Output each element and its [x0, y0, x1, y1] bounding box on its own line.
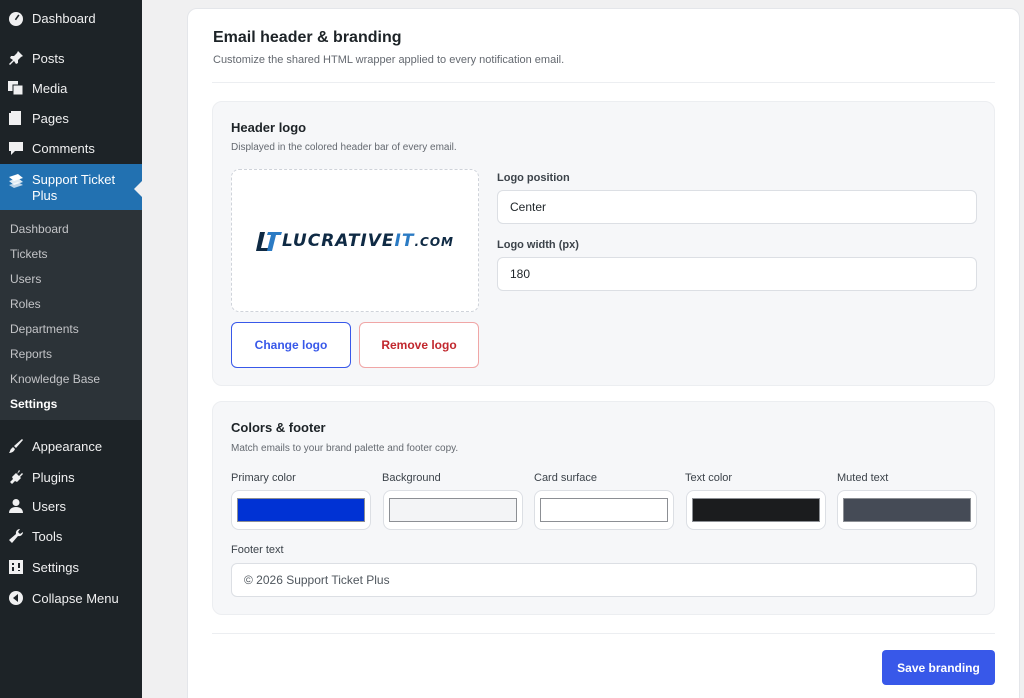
menu-item-appearance[interactable]: Appearance: [0, 431, 142, 461]
wrench-icon: [8, 528, 24, 544]
header-logo-title: Header logo: [231, 120, 307, 135]
muted-text-color-swatch: [843, 498, 971, 522]
page-subtitle: Customize the shared HTML wrapper applie…: [213, 54, 565, 66]
logo-mark-icon: [256, 231, 283, 251]
logo-position-value: Center: [510, 200, 547, 214]
primary-color-picker[interactable]: [231, 490, 371, 530]
plugin-icon: [8, 469, 24, 485]
menu-item-settings[interactable]: Settings: [0, 552, 142, 582]
menu-label: Pages: [32, 110, 69, 126]
text-color-picker[interactable]: [686, 490, 826, 530]
colors-footer-title: Colors & footer: [231, 420, 326, 435]
pin-icon: [8, 50, 24, 66]
logo-position-label: Logo position: [497, 172, 570, 184]
menu-item-pages[interactable]: Pages: [0, 103, 142, 133]
menu-item-posts[interactable]: Posts: [0, 43, 142, 73]
menu-label: Users: [32, 498, 66, 514]
swatch-label-card-surface: Card surface: [534, 472, 597, 484]
muted-text-color-picker[interactable]: [837, 490, 977, 530]
comment-icon: [8, 140, 24, 156]
header-logo-subtitle: Displayed in the colored header bar of e…: [231, 142, 457, 153]
logo-preview: LUCRATIVEIT.COM: [231, 169, 479, 312]
background-color-swatch: [389, 498, 517, 522]
submenu-item-departments[interactable]: Departments: [10, 319, 79, 339]
menu-label: Settings: [32, 559, 79, 575]
menu-item-media[interactable]: Media: [0, 73, 142, 103]
colors-footer-subtitle: Match emails to your brand palette and f…: [231, 443, 459, 454]
brush-icon: [8, 438, 24, 454]
swatch-label-background: Background: [382, 472, 441, 484]
logo-position-select[interactable]: Center: [497, 190, 977, 224]
submenu-item-roles[interactable]: Roles: [10, 294, 41, 314]
card-surface-color-swatch: [540, 498, 668, 522]
menu-item-users[interactable]: Users: [0, 491, 142, 521]
menu-item-support-ticket-plus[interactable]: Support Ticket Plus: [0, 164, 142, 210]
primary-color-swatch: [237, 498, 365, 522]
save-branding-button[interactable]: Save branding: [882, 650, 995, 685]
collapse-icon: [8, 590, 24, 606]
logo-wordmark: LUCRATIVEIT.COM: [282, 230, 454, 251]
menu-item-comments[interactable]: Comments: [0, 133, 142, 163]
logo-width-label: Logo width (px): [497, 239, 579, 251]
submenu-item-tickets[interactable]: Tickets: [10, 244, 48, 264]
menu-label: Collapse Menu: [32, 590, 119, 606]
text-color-swatch: [692, 498, 820, 522]
swatch-label-primary: Primary color: [231, 472, 296, 484]
dashboard-icon: [8, 10, 24, 26]
card-surface-color-picker[interactable]: [534, 490, 674, 530]
menu-label: Comments: [32, 140, 95, 156]
remove-logo-button[interactable]: Remove logo: [359, 322, 479, 368]
menu-item-plugins[interactable]: Plugins: [0, 462, 142, 492]
pages-icon: [8, 110, 24, 126]
submenu-item-settings[interactable]: Settings: [10, 394, 57, 414]
page-title: Email header & branding: [213, 29, 402, 46]
media-icon: [8, 80, 24, 96]
footer-text-label: Footer text: [231, 544, 284, 556]
swatch-label-text: Text color: [685, 472, 733, 484]
settings-icon: [8, 559, 24, 575]
divider: [212, 633, 995, 634]
admin-sidebar: Dashboard Posts Media Pages Comments Sup…: [0, 0, 142, 698]
menu-label: Plugins: [32, 469, 75, 485]
menu-item-tools[interactable]: Tools: [0, 521, 142, 551]
submenu-item-users[interactable]: Users: [10, 269, 41, 289]
company-logo: LUCRATIVEIT.COM: [256, 230, 454, 252]
menu-label: Media: [32, 80, 68, 96]
submenu-item-reports[interactable]: Reports: [10, 344, 52, 364]
menu-label: Tools: [32, 528, 63, 544]
menu-label: Appearance: [32, 438, 103, 454]
footer-text-value: © 2026 Support Ticket Plus: [244, 573, 390, 587]
ticket-icon: [8, 173, 24, 189]
submenu-item-knowledge-base[interactable]: Knowledge Base: [10, 369, 100, 389]
menu-label: Dashboard: [32, 10, 96, 26]
change-logo-button[interactable]: Change logo: [231, 322, 351, 368]
menu-label: Posts: [32, 50, 65, 66]
divider: [212, 82, 995, 83]
background-color-picker[interactable]: [383, 490, 523, 530]
collapse-menu-button[interactable]: Collapse Menu: [0, 583, 142, 613]
submenu-item-dashboard[interactable]: Dashboard: [10, 219, 69, 239]
logo-width-input[interactable]: 180: [497, 257, 977, 291]
menu-label: Support Ticket Plus: [32, 172, 116, 203]
active-indicator: [134, 181, 142, 197]
user-icon: [8, 498, 24, 514]
swatch-label-muted: Muted text: [837, 472, 889, 484]
logo-width-value: 180: [510, 267, 531, 281]
submenu: Dashboard Tickets Users Roles Department…: [0, 210, 142, 420]
menu-item-dashboard[interactable]: Dashboard: [0, 3, 142, 33]
footer-text-input[interactable]: © 2026 Support Ticket Plus: [231, 563, 977, 597]
